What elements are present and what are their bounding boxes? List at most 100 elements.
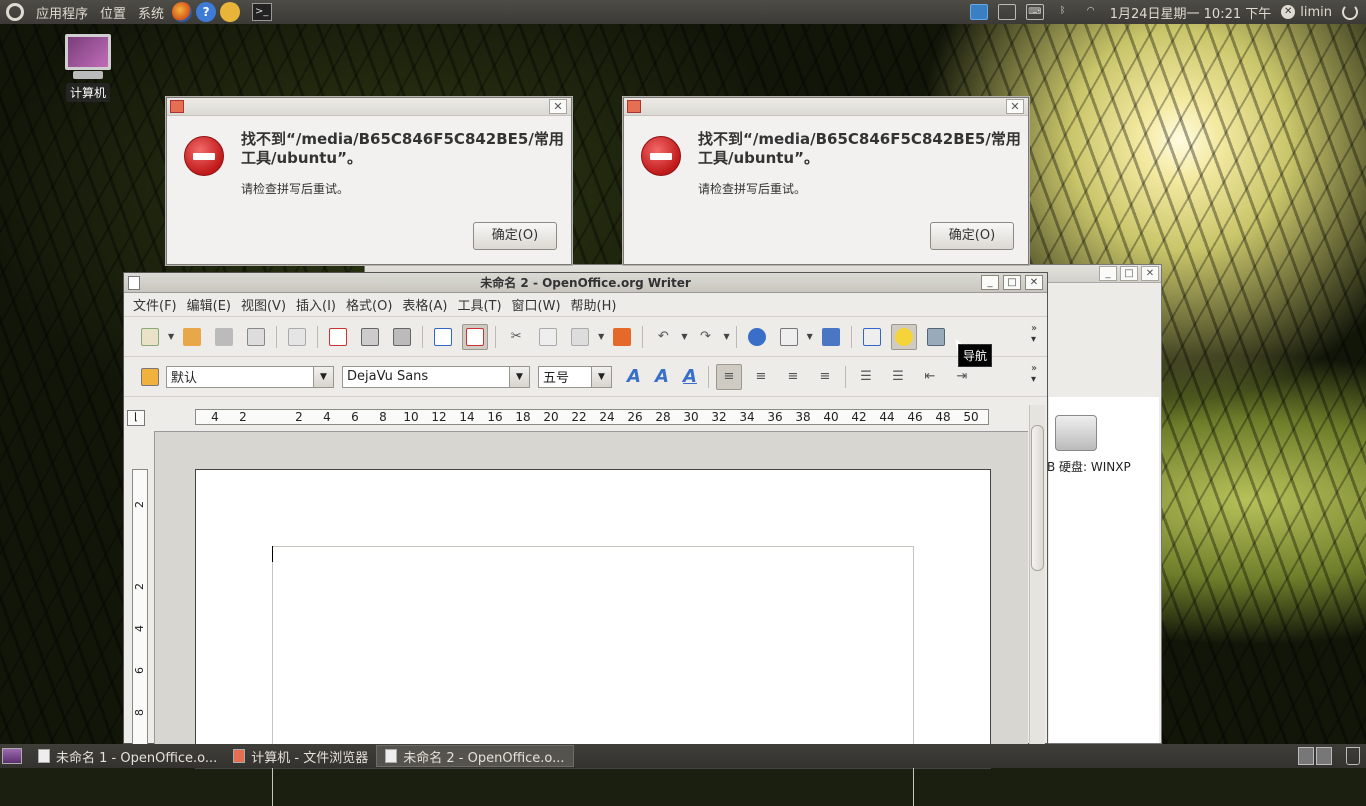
firefox-icon[interactable]	[172, 2, 193, 22]
auto-spellcheck-icon[interactable]	[462, 323, 489, 350]
justify-icon[interactable]: ≡	[812, 364, 838, 390]
menu-view[interactable]: 视图(V)	[236, 295, 291, 314]
ubuntu-logo-icon[interactable]	[6, 3, 24, 21]
align-center-icon[interactable]: ≡	[748, 364, 774, 390]
email-icon[interactable]	[243, 324, 269, 350]
format-paintbrush-icon[interactable]	[609, 324, 635, 350]
taskbar-item-writer-2[interactable]: 未命名 2 - OpenOffice.o...	[376, 745, 574, 767]
export-pdf-icon[interactable]	[325, 324, 351, 350]
decrease-indent-icon[interactable]: ⇤	[917, 364, 943, 390]
menu-table[interactable]: 表格(A)	[397, 295, 452, 314]
bold-icon[interactable]: A	[620, 366, 648, 387]
paragraph-style-select[interactable]: 默认 ▼	[166, 365, 334, 388]
ok-button[interactable]: 确定(O)	[473, 222, 557, 250]
spellcheck-icon[interactable]	[430, 324, 456, 350]
maximize-icon[interactable]: □	[1003, 275, 1021, 290]
italic-icon[interactable]: A	[648, 366, 676, 387]
maximize-icon[interactable]: □	[1120, 266, 1138, 281]
horizontal-ruler[interactable]: 4 2 2 4 6 8 10 12 14 16 18 20 22 24 26 2…	[195, 409, 989, 425]
print-icon[interactable]	[357, 324, 383, 350]
copy-icon[interactable]	[535, 324, 561, 350]
underline-icon[interactable]: A	[676, 366, 704, 387]
document-area[interactable]	[154, 431, 1028, 806]
close-icon[interactable]: ✕	[549, 99, 567, 114]
keyboard-icon[interactable]: ⌨	[1025, 4, 1044, 20]
hard-disk-icon[interactable]	[1055, 415, 1097, 451]
align-right-icon[interactable]: ≡	[780, 364, 806, 390]
terminal-icon[interactable]: >_	[252, 3, 273, 21]
gallery-icon[interactable]	[923, 324, 949, 350]
power-icon[interactable]	[1342, 4, 1358, 20]
status-x-icon[interactable]: ✕	[1281, 5, 1296, 19]
edit-file-icon[interactable]	[284, 324, 310, 350]
dialog-titlebar[interactable]: ✕	[167, 98, 571, 116]
user-name[interactable]: limin	[1300, 5, 1332, 20]
writer-window[interactable]: 未命名 2 - OpenOffice.org Writer _ □ ✕ 文件(F…	[123, 272, 1048, 806]
clock[interactable]: 1月24日星期一 10:21 下午	[1110, 3, 1272, 22]
error-dialog-1[interactable]: ✕ 找不到“/media/B65C846F5C842BE5/常用工具/ubunt…	[166, 97, 572, 265]
scrollbar-thumb[interactable]	[1031, 425, 1044, 571]
computer-icon	[65, 34, 111, 70]
bullets-icon[interactable]: ☰	[885, 364, 911, 390]
battery-icon[interactable]	[997, 4, 1016, 20]
dialog-titlebar[interactable]: ✕	[624, 98, 1028, 116]
document-page[interactable]	[195, 469, 991, 806]
chevron-down-icon[interactable]: ▼	[509, 366, 529, 387]
chat-icon[interactable]	[220, 2, 241, 22]
paste-icon[interactable]	[567, 324, 593, 350]
writer-titlebar[interactable]: 未命名 2 - OpenOffice.org Writer _ □ ✕	[124, 273, 1047, 293]
font-name-select[interactable]: DejaVu Sans ▼	[342, 365, 530, 388]
increase-indent-icon[interactable]: ⇥	[949, 364, 975, 390]
minimize-icon[interactable]: _	[981, 275, 999, 290]
align-left-icon[interactable]: ≡	[716, 363, 742, 390]
menu-edit[interactable]: 编辑(E)	[182, 295, 236, 314]
wifi-icon[interactable]: ◠	[1082, 4, 1100, 20]
desktop-icon-computer[interactable]: 计算机	[62, 34, 114, 102]
menu-places[interactable]: 位置	[94, 3, 132, 22]
menu-format[interactable]: 格式(O)	[341, 295, 397, 314]
chevron-down-icon[interactable]: ▼	[313, 366, 333, 387]
vertical-ruler[interactable]: 2 2 4 6 8	[132, 469, 148, 747]
tab-stop-selector[interactable]: ⌊	[127, 410, 145, 426]
workspace-switcher[interactable]	[1298, 747, 1332, 765]
close-icon[interactable]: ✕	[1006, 99, 1024, 114]
close-icon[interactable]: ✕	[1141, 266, 1159, 281]
menu-file[interactable]: 文件(F)	[128, 295, 182, 314]
drive-label[interactable]: B 硬盘: WINXP	[1047, 458, 1131, 475]
menu-applications[interactable]: 应用程序	[30, 3, 94, 22]
ok-button[interactable]: 确定(O)	[930, 222, 1014, 250]
input-method-icon[interactable]	[969, 4, 988, 20]
minimize-icon[interactable]: _	[1099, 266, 1117, 281]
open-folder-icon[interactable]	[179, 324, 205, 350]
navigator-icon[interactable]	[890, 323, 917, 350]
cut-icon[interactable]: ✂	[503, 324, 529, 350]
undo-icon[interactable]: ↶	[650, 324, 676, 350]
menu-window[interactable]: 窗口(W)	[507, 295, 566, 314]
toolbar-more-icon[interactable]: » ▾	[1031, 363, 1041, 391]
menu-help[interactable]: 帮助(H)	[566, 295, 622, 314]
print-preview-icon[interactable]	[389, 324, 415, 350]
error-dialog-2[interactable]: ✕ 找不到“/media/B65C846F5C842BE5/常用工具/ubunt…	[623, 97, 1029, 265]
styles-icon[interactable]	[137, 364, 163, 390]
hyperlink-icon[interactable]	[744, 324, 770, 350]
numbering-icon[interactable]: ☰	[853, 364, 879, 390]
save-icon[interactable]	[211, 324, 237, 350]
menu-system[interactable]: 系统	[132, 3, 170, 22]
new-document-icon[interactable]	[137, 324, 163, 350]
menu-tools[interactable]: 工具(T)	[452, 295, 506, 314]
bluetooth-icon[interactable]: ᛒ	[1054, 4, 1072, 20]
close-icon[interactable]: ✕	[1025, 275, 1043, 290]
taskbar-item-writer-1[interactable]: 未命名 1 - OpenOffice.o...	[30, 745, 225, 767]
font-size-select[interactable]: 五号 ▼	[538, 365, 612, 388]
redo-icon[interactable]: ↷	[692, 324, 718, 350]
menu-insert[interactable]: 插入(I)	[291, 295, 341, 314]
vertical-scrollbar[interactable]	[1029, 405, 1045, 745]
find-replace-icon[interactable]	[859, 324, 885, 350]
show-desktop-icon[interactable]	[2, 748, 22, 764]
taskbar-item-file-browser[interactable]: 计算机 - 文件浏览器	[225, 745, 376, 767]
chevron-down-icon[interactable]: ▼	[591, 366, 611, 387]
toolbar-more-icon[interactable]: » ▾	[1031, 323, 1041, 351]
trash-icon[interactable]	[1346, 747, 1360, 765]
table-icon[interactable]	[776, 324, 802, 350]
draw-icon[interactable]	[818, 324, 844, 350]
